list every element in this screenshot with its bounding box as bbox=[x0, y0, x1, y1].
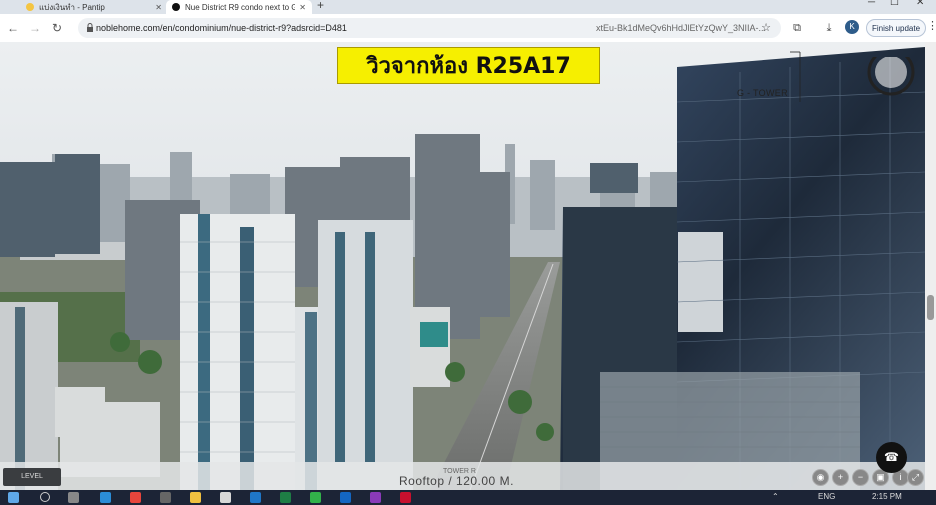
task-view-icon[interactable] bbox=[68, 492, 79, 503]
extensions-icon[interactable]: ⧉ bbox=[788, 19, 806, 37]
tab-pantip[interactable]: แบ่งเงินทำ - Pantip ✕ bbox=[20, 0, 168, 14]
g-tower-label: G - TOWER bbox=[737, 88, 788, 98]
tray-language[interactable]: ENG bbox=[818, 492, 835, 501]
tab-label: แบ่งเงินทำ - Pantip bbox=[39, 2, 105, 12]
close-icon[interactable]: ✕ bbox=[299, 3, 306, 12]
chrome-icon[interactable] bbox=[130, 492, 141, 503]
zoom-out-icon[interactable]: − bbox=[852, 469, 869, 486]
tray-clock[interactable]: 2:15 PM bbox=[872, 492, 902, 501]
tab-nue-district[interactable]: Nue District R9 condo next to G ✕ bbox=[166, 0, 312, 14]
notepad-icon[interactable] bbox=[220, 492, 231, 503]
vr-icon[interactable]: ◉ bbox=[812, 469, 829, 486]
app-icon[interactable] bbox=[160, 492, 171, 503]
url-tail-text: xtEu-Bk1dMeQv6hHdJlEtYzQwY_3NIIA-... bbox=[596, 23, 767, 33]
forward-icon[interactable]: → bbox=[26, 19, 44, 37]
download-icon[interactable]: ⤓ bbox=[820, 19, 838, 37]
site-info-icon[interactable] bbox=[86, 23, 94, 32]
windows-start-icon[interactable] bbox=[8, 492, 19, 503]
address-bar[interactable]: noblehome.com/en/condominium/nue-distric… bbox=[78, 18, 781, 38]
search-icon[interactable] bbox=[40, 492, 50, 502]
minimize-icon[interactable]: ─ bbox=[868, 0, 875, 8]
close-window-icon[interactable]: ✕ bbox=[916, 0, 924, 8]
taskbar: ⌃ ENG 2:15 PM bbox=[0, 490, 936, 505]
compass-icon[interactable] bbox=[866, 57, 916, 107]
panorama-viewer[interactable]: วิวจากห้อง R25A17 G - TOWER LEVEL TOWER … bbox=[0, 42, 936, 490]
viewer-controls: ◉ + − ▣ i ⤢ bbox=[812, 469, 924, 487]
room-view-banner: วิวจากห้อง R25A17 bbox=[337, 47, 600, 84]
edge-icon[interactable] bbox=[100, 492, 111, 503]
noblehome-favicon-icon bbox=[172, 3, 180, 11]
maximize-icon[interactable]: ☐ bbox=[890, 0, 899, 8]
excel-icon[interactable] bbox=[280, 492, 291, 503]
app-icon[interactable] bbox=[370, 492, 381, 503]
page-scrollbar[interactable] bbox=[925, 42, 936, 490]
level-button[interactable]: LEVEL bbox=[3, 468, 61, 486]
tab-label: Nue District R9 condo next to G bbox=[185, 2, 295, 12]
city-panorama-image bbox=[0, 42, 936, 490]
tray-chevron-icon[interactable]: ⌃ bbox=[772, 492, 779, 501]
scrollbar-thumb[interactable] bbox=[927, 295, 934, 320]
bookmark-star-icon[interactable]: ☆ bbox=[761, 21, 771, 34]
back-icon[interactable]: ← bbox=[4, 19, 22, 37]
fullscreen-icon[interactable]: ⤢ bbox=[907, 469, 924, 486]
menu-icon[interactable]: ⋮ bbox=[927, 19, 936, 32]
line-icon[interactable] bbox=[310, 492, 321, 503]
file-explorer-icon[interactable] bbox=[190, 492, 201, 503]
outlook-icon[interactable] bbox=[340, 492, 351, 503]
mail-icon[interactable] bbox=[250, 492, 261, 503]
browser-toolbar: ← → ↻ noblehome.com/en/condominium/nue-d… bbox=[0, 14, 936, 42]
phone-icon[interactable]: ☎ bbox=[876, 442, 907, 473]
url-text: noblehome.com/en/condominium/nue-distric… bbox=[96, 23, 347, 33]
close-icon[interactable]: ✕ bbox=[155, 3, 162, 12]
zoom-in-icon[interactable]: + bbox=[832, 469, 849, 486]
reload-icon[interactable]: ↻ bbox=[48, 19, 66, 37]
finish-update-button[interactable]: Finish update bbox=[866, 19, 926, 37]
rooftop-height-label: Rooftop / 120.00 M. bbox=[399, 474, 514, 488]
pantip-favicon-icon bbox=[26, 3, 34, 11]
new-tab-button[interactable]: + bbox=[317, 0, 324, 12]
tab-strip: แบ่งเงินทำ - Pantip ✕ Nue District R9 co… bbox=[0, 0, 936, 14]
avatar[interactable]: K bbox=[845, 20, 859, 34]
pdf-icon[interactable] bbox=[400, 492, 411, 503]
